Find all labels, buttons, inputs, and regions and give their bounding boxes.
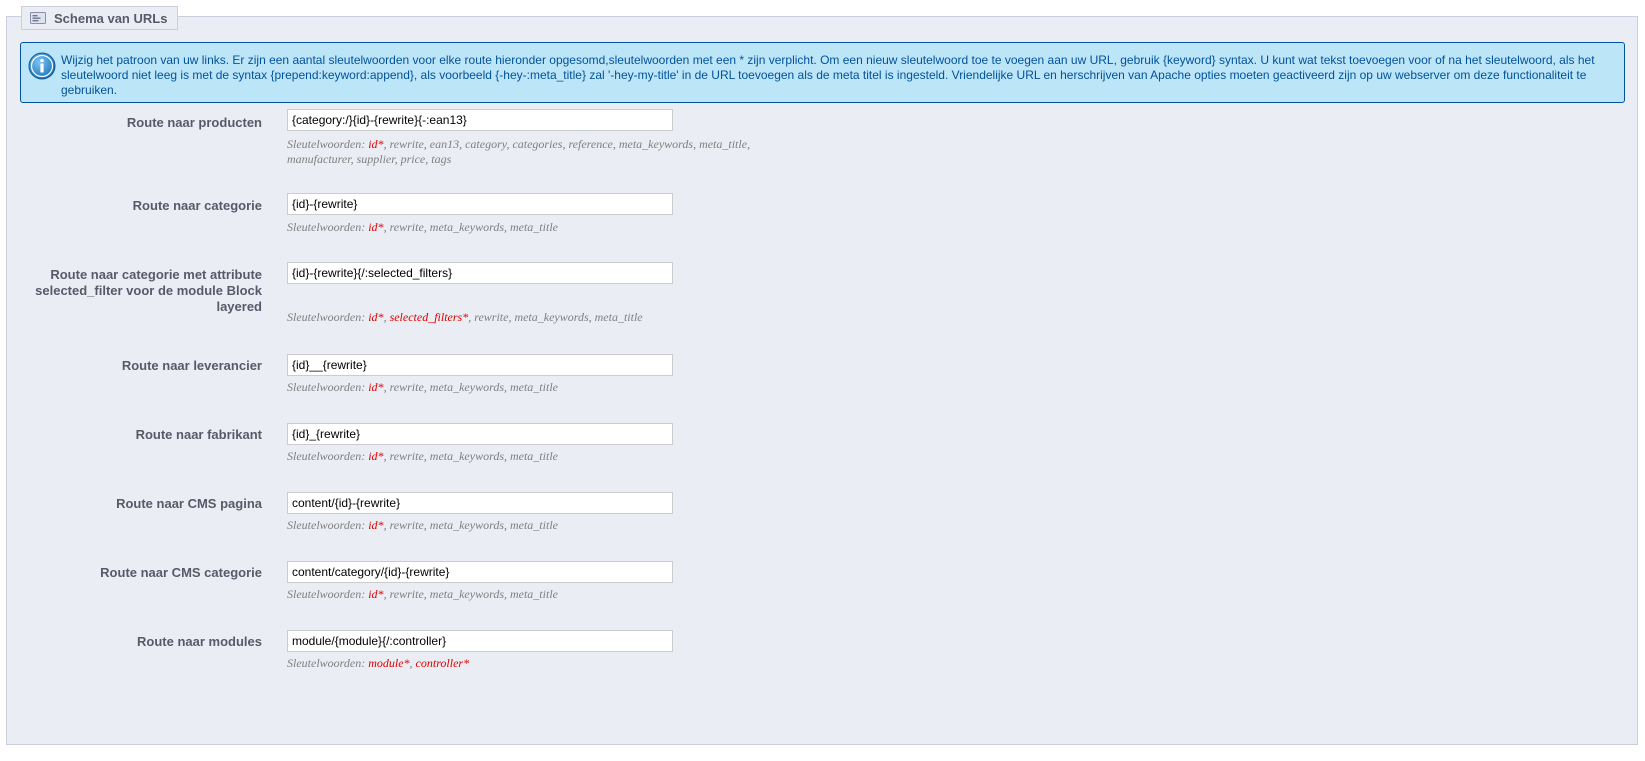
keywords-prefix: Sleutelwoorden:	[287, 587, 369, 601]
keyword: meta_keywords	[429, 220, 504, 234]
route-keywords: Sleutelwoorden: id*, rewrite, meta_keywo…	[287, 380, 558, 394]
keyword: rewrite	[474, 310, 509, 324]
keyword: meta_keywords	[514, 310, 589, 324]
route-label: Route naar CMS categorie	[100, 565, 262, 580]
keyword: rewrite	[389, 449, 424, 463]
keyword: meta_title	[594, 310, 643, 324]
required-keyword: id*	[368, 587, 384, 601]
route-keywords: Sleutelwoorden: id*, rewrite, meta_keywo…	[287, 220, 558, 234]
route-label: Route naar modules	[137, 634, 262, 649]
keyword: rewrite	[389, 380, 424, 394]
required-keyword: id*	[368, 137, 384, 151]
route-input[interactable]	[287, 262, 673, 284]
keywords-prefix: Sleutelwoorden:	[287, 220, 369, 234]
route-input[interactable]	[287, 423, 673, 445]
required-keyword: id*	[368, 518, 384, 532]
keyword: manufacturer	[287, 152, 351, 166]
keyword: supplier	[356, 152, 395, 166]
keyword: meta_keywords	[429, 449, 504, 463]
route-keywords: Sleutelwoorden: module*, controller*	[287, 656, 470, 670]
route-keywords: Sleutelwoorden: id*, selected_filters*, …	[287, 310, 643, 324]
keyword: reference	[568, 137, 613, 151]
keyword: meta_title	[509, 380, 558, 394]
required-keyword: id*	[368, 220, 384, 234]
required-keyword: id*	[368, 380, 384, 394]
link-icon	[30, 12, 46, 24]
required-keyword: controller*	[415, 656, 470, 670]
info-text: Wijzig het patroon van uw links. Er zijn…	[61, 53, 1595, 97]
route-input[interactable]	[287, 492, 673, 514]
route-label: Route naar categorie met attribute selec…	[35, 267, 262, 314]
keywords-prefix: Sleutelwoorden:	[287, 449, 369, 463]
route-label: Route naar leverancier	[121, 358, 262, 373]
keyword: category	[465, 137, 507, 151]
keyword: ean13	[429, 137, 460, 151]
route-input[interactable]	[287, 630, 673, 652]
keyword: meta_keywords	[429, 380, 504, 394]
keyword: meta_title	[509, 518, 558, 532]
required-keyword: module*	[368, 656, 410, 670]
keyword: rewrite	[389, 137, 424, 151]
keywords-prefix: Sleutelwoorden:	[287, 518, 369, 532]
required-keyword: id*	[368, 449, 384, 463]
url-schema-panel: Wijzig het patroon van uw links. Er zijn…	[6, 16, 1638, 745]
route-keywords: Sleutelwoorden: id*, rewrite, meta_keywo…	[287, 518, 558, 532]
route-keywords: Sleutelwoorden: id*, rewrite, ean13, cat…	[287, 137, 751, 166]
keyword: meta_keywords	[618, 137, 694, 151]
legend-title: Schema van URLs	[54, 10, 168, 26]
keywords-prefix: Sleutelwoorden:	[287, 137, 369, 151]
keyword: meta_title	[509, 449, 558, 463]
keyword: rewrite	[389, 518, 424, 532]
required-keyword: id*	[368, 310, 384, 324]
route-input[interactable]	[287, 193, 673, 215]
route-input[interactable]	[287, 561, 673, 583]
keyword: meta_keywords	[429, 518, 504, 532]
route-input[interactable]	[287, 109, 673, 131]
keyword: meta_title	[509, 587, 558, 601]
panel-legend: Schema van URLs	[21, 6, 179, 30]
info-box: Wijzig het patroon van uw links. Er zijn…	[20, 42, 1625, 103]
keyword: categories	[512, 137, 563, 151]
route-keywords: Sleutelwoorden: id*, rewrite, meta_keywo…	[287, 449, 558, 463]
route-label: Route naar categorie	[132, 198, 262, 213]
required-keyword: selected_filters*	[389, 310, 469, 324]
info-icon	[28, 52, 56, 80]
keyword: price	[400, 152, 426, 166]
route-label: Route naar CMS pagina	[116, 496, 262, 511]
route-input[interactable]	[287, 354, 673, 376]
keyword: rewrite	[389, 587, 424, 601]
route-label: Route naar producten	[126, 115, 262, 130]
keywords-prefix: Sleutelwoorden:	[287, 656, 369, 670]
keyword: meta_title	[699, 137, 748, 151]
route-keywords: Sleutelwoorden: id*, rewrite, meta_keywo…	[287, 587, 558, 601]
keywords-prefix: Sleutelwoorden:	[287, 310, 369, 324]
route-label: Route naar fabrikant	[135, 427, 262, 442]
keyword: meta_title	[509, 220, 558, 234]
keywords-prefix: Sleutelwoorden:	[287, 380, 369, 394]
keyword: meta_keywords	[429, 587, 504, 601]
keyword: tags	[431, 152, 452, 166]
keyword: rewrite	[389, 220, 424, 234]
